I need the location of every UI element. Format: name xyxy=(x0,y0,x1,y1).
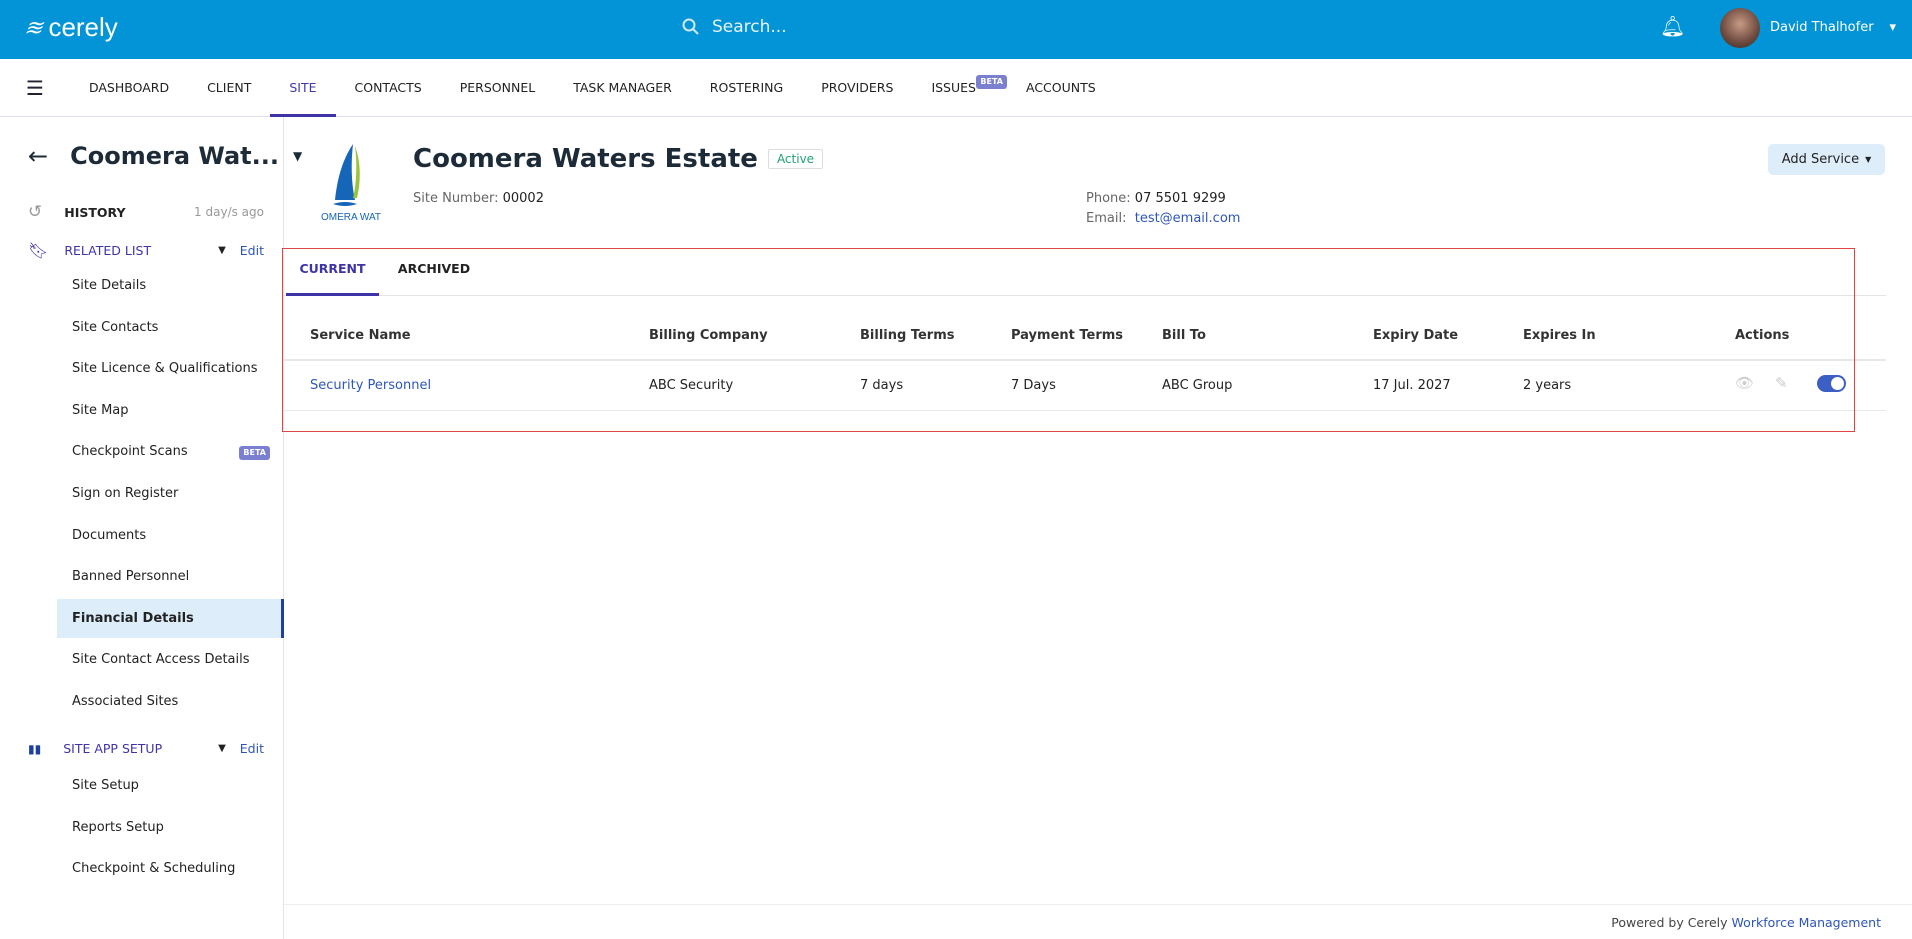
nav-site[interactable]: SITE xyxy=(270,59,336,117)
nav-providers[interactable]: PROVIDERS xyxy=(802,59,912,117)
nav-client[interactable]: CLIENT xyxy=(188,59,270,117)
user-menu[interactable]: David Thalhofer ▾ xyxy=(1770,20,1896,35)
search-icon xyxy=(682,18,699,35)
hamburger-menu-icon[interactable]: ☰ xyxy=(26,76,44,100)
page-title: Coomera Waters Estate Active xyxy=(413,144,824,174)
search-input[interactable]: Search... xyxy=(682,17,787,37)
sidebar-item-site-contact-access-details[interactable]: Site Contact Access Details xyxy=(57,640,284,679)
sidebar-item-sign-on-register[interactable]: Sign on Register xyxy=(57,474,284,513)
site-selector[interactable]: ← Coomera Wat... ▼ xyxy=(28,142,302,170)
avatar[interactable] xyxy=(1720,8,1760,48)
sidebar-item-site-contacts[interactable]: Site Contacts xyxy=(57,308,284,347)
beta-badge: BETA xyxy=(976,74,1007,89)
caret-down-icon: ▼ xyxy=(1865,155,1872,164)
nav-personnel[interactable]: PERSONNEL xyxy=(441,59,554,117)
history-icon: ↺ xyxy=(28,202,43,222)
main-nav: ☰ DASHBOARD CLIENT SITE CONTACTS PERSONNEL TA… xyxy=(0,59,1912,117)
setup-edit-link[interactable]: Edit xyxy=(240,741,264,756)
email-link[interactable]: test@email.com xyxy=(1135,211,1241,226)
sidebar-item-financial-details[interactable]: Financial Details xyxy=(57,598,284,638)
sidebar-item-site-setup[interactable]: Site Setup xyxy=(57,766,284,805)
bookmark-icon: 🔖︎ xyxy=(28,241,49,260)
add-service-button[interactable]: Add Service ▼ xyxy=(1768,144,1885,175)
nav-task-manager[interactable]: TASK MANAGER xyxy=(554,59,691,117)
back-arrow-icon[interactable]: ← xyxy=(28,142,48,170)
collapse-caret-icon[interactable]: ▼ xyxy=(218,743,226,754)
sidebar-item-site-licence-qualifications[interactable]: Site Licence & Qualifications xyxy=(57,349,284,388)
sidebar-item-checkpoint-scheduling[interactable]: Checkpoint & Scheduling xyxy=(57,849,284,888)
site-logo: OMERA WAT xyxy=(321,144,381,222)
footer-link[interactable]: Workforce Management xyxy=(1732,915,1881,930)
notification-bell-icon[interactable]: 🔔︎ xyxy=(1660,14,1685,38)
nav-rostering[interactable]: ROSTERING xyxy=(691,59,802,117)
footer-text: Powered by Cerely Workforce Management xyxy=(1611,915,1881,930)
nav-dashboard[interactable]: DASHBOARD xyxy=(70,59,188,117)
svg-text:OMERA WAT: OMERA WAT xyxy=(321,212,381,222)
email: Email: test@email.com xyxy=(1086,211,1241,226)
cerely-logo[interactable]: ≋ cerely xyxy=(22,12,118,43)
bar-chart-icon: ▮▮ xyxy=(28,741,42,756)
top-header: ≋ cerely Search... 🔔︎ David Thalhofer ▾ xyxy=(0,0,1912,59)
nav-issues[interactable]: ISSUES BETA xyxy=(912,59,1007,117)
phone: Phone: 07 5501 9299 xyxy=(1086,191,1226,206)
sidebar-item-reports-setup[interactable]: Reports Setup xyxy=(57,808,284,847)
highlight-box xyxy=(282,248,1855,432)
related-edit-link[interactable]: Edit xyxy=(240,243,264,258)
sidebar-item-banned-personnel[interactable]: Banned Personnel xyxy=(57,557,284,596)
nav-contacts[interactable]: CONTACTS xyxy=(336,59,441,117)
sidebar-item-site-details[interactable]: Site Details xyxy=(57,266,284,305)
chevron-down-icon: ▾ xyxy=(1889,20,1897,35)
sidebar-item-checkpoint-scans[interactable]: Checkpoint Scans BETA xyxy=(57,432,284,471)
collapse-caret-icon[interactable]: ▼ xyxy=(218,245,226,256)
logo-icon: ≋ xyxy=(21,14,50,40)
related-list-header: 🔖︎ RELATED LIST ▼ Edit xyxy=(28,241,264,260)
beta-badge: BETA xyxy=(239,446,270,461)
history-section[interactable]: ↺ HISTORY 1 day/s ago xyxy=(28,202,264,222)
sidebar-item-associated-sites[interactable]: Associated Sites xyxy=(57,682,284,721)
sidebar-item-documents[interactable]: Documents xyxy=(57,516,284,555)
site-app-setup-header: ▮▮ SITE APP SETUP ▼ Edit xyxy=(28,741,264,756)
caret-down-icon: ▼ xyxy=(293,149,303,163)
site-number: Site Number: 00002 xyxy=(413,191,544,206)
status-badge: Active xyxy=(767,149,824,169)
footer-divider xyxy=(284,904,1912,905)
sidebar-item-site-map[interactable]: Site Map xyxy=(57,391,284,430)
nav-accounts[interactable]: ACCOUNTS xyxy=(1007,59,1115,117)
